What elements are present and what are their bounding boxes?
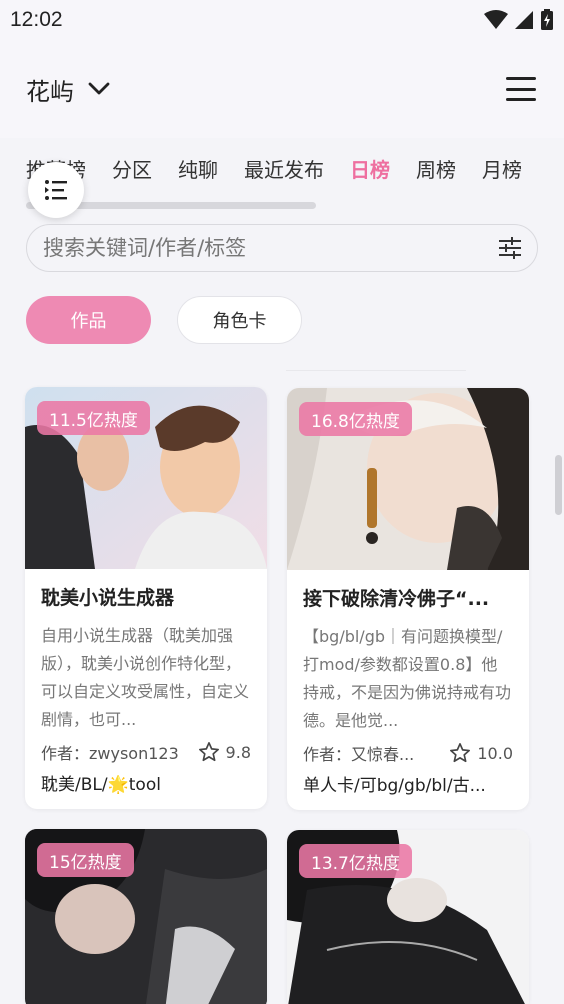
tab-weekly[interactable]: 周榜 (416, 154, 456, 183)
card-cover-image: 16.8亿热度 (287, 388, 529, 570)
chevron-down-icon (88, 82, 110, 95)
card-rating: 9.8 (198, 741, 251, 763)
heat-badge: 16.8亿热度 (299, 402, 412, 436)
hamburger-menu-icon[interactable] (506, 77, 536, 101)
card-title: 接下破除清冷佛子“... (303, 588, 490, 610)
status-time: 12:02 (10, 8, 63, 31)
list-icon (45, 180, 67, 200)
card-author: 作者：又惊春... (303, 745, 415, 764)
status-icons (484, 9, 554, 31)
signal-icon (515, 11, 533, 29)
work-card[interactable]: 16.8亿热度 接下破除清冷佛子“... 【bg/bl/gb｜有问题换模型/打m… (287, 388, 529, 810)
heat-badge: 11.5亿热度 (37, 401, 150, 435)
card-cover-image: 11.5亿热度 (25, 387, 267, 569)
star-icon (450, 743, 471, 763)
list-menu-button[interactable] (28, 162, 84, 218)
work-card[interactable]: 11.5亿热度 耽美小说生成器 自用小说生成器（耽美加强版），耽美小说创作特化型… (25, 387, 267, 809)
app-switcher[interactable]: 花屿 (26, 72, 110, 107)
type-toggle: 作品 角色卡 (26, 296, 302, 344)
card-tags: 单人卡/可bg/gb/bl/古... (303, 776, 486, 796)
work-card[interactable]: 13.7亿热度 (287, 830, 529, 1004)
card-description: 【bg/bl/gb｜有问题换模型/打mod/参数都设置0.8】他持戒，不是因为佛… (303, 627, 512, 730)
card-tags: 耽美/BL/🌟tool (41, 775, 161, 795)
tab-recent[interactable]: 最近发布 (244, 154, 324, 183)
character-card-button[interactable]: 角色卡 (177, 296, 302, 344)
work-card[interactable]: 15亿热度 (25, 829, 267, 1004)
tab-pure-chat[interactable]: 纯聊 (178, 154, 218, 183)
rating-value: 10.0 (477, 743, 513, 763)
search-input[interactable] (43, 236, 497, 260)
rating-value: 9.8 (225, 742, 251, 762)
battery-icon (541, 9, 553, 30)
card-author: 作者：zwyson123 (41, 744, 179, 763)
card-cover-image: 15亿热度 (25, 829, 267, 1004)
tab-daily[interactable]: 日榜 (350, 154, 390, 183)
tab-category[interactable]: 分区 (112, 154, 152, 183)
status-bar: 12:02 (0, 0, 564, 40)
card-rating: 10.0 (449, 742, 513, 764)
works-button[interactable]: 作品 (26, 296, 151, 344)
page-scrollbar[interactable] (555, 455, 562, 515)
card-description: 自用小说生成器（耽美加强版），耽美小说创作特化型，可以自定义攻受属性，自定义剧情… (41, 626, 250, 729)
heat-badge: 13.7亿热度 (299, 844, 412, 878)
app-header: 花屿 (0, 40, 564, 138)
ranking-tabs: 推荐榜 分区 纯聊 最近发布 日榜 周榜 月榜 (0, 138, 564, 200)
card-title: 耽美小说生成器 (41, 587, 175, 609)
search-box (26, 224, 538, 272)
star-icon (198, 742, 219, 762)
tab-monthly[interactable]: 月榜 (482, 154, 522, 183)
wifi-icon (484, 10, 508, 29)
filter-icon[interactable] (497, 235, 523, 261)
app-title: 花屿 (26, 77, 74, 106)
divider (286, 370, 466, 371)
heat-badge: 15亿热度 (37, 843, 134, 877)
card-cover-image: 13.7亿热度 (287, 830, 529, 1004)
